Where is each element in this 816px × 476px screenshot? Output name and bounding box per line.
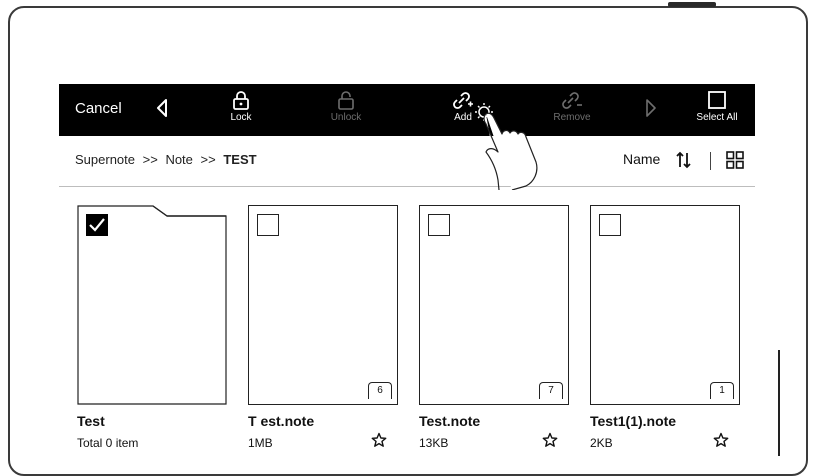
unlock-label: Unlock [330, 112, 362, 123]
item-name: Test [77, 413, 105, 429]
breadcrumb-note[interactable]: Note [165, 152, 192, 167]
hand-pointer-icon [468, 100, 558, 195]
checkbox-icon[interactable] [257, 214, 279, 236]
breadcrumb: Supernote >> Note >> TEST [75, 152, 257, 167]
unlock-button[interactable]: Unlock [316, 90, 376, 132]
item-name: T est.note [248, 413, 315, 429]
item-meta: Total 0 item [77, 436, 139, 450]
note-item[interactable]: 6 [248, 205, 398, 405]
select-all-icon [687, 90, 747, 110]
breadcrumb-separator: >> [142, 152, 158, 167]
breadcrumb-current: TEST [223, 152, 257, 167]
unlock-icon [316, 90, 376, 110]
star-icon[interactable] [713, 432, 729, 453]
item-meta: 1MB [248, 436, 273, 450]
sort-icon[interactable] [676, 150, 692, 175]
page-count-badge: 1 [710, 382, 734, 399]
item-name: Test.note [419, 413, 481, 429]
page-count-badge: 6 [368, 382, 392, 399]
back-arrow-icon[interactable] [156, 99, 168, 122]
selection-toolbar: Cancel Lock Unlock Add Remove Select All [59, 84, 755, 136]
forward-arrow-icon[interactable] [645, 99, 657, 122]
item-meta: 2KB [590, 436, 613, 450]
checkbox-icon[interactable] [86, 214, 108, 236]
breadcrumb-supernote[interactable]: Supernote [75, 152, 135, 167]
note-item[interactable]: 7 [419, 205, 569, 405]
breadcrumb-bar: Supernote >> Note >> TEST Name [59, 136, 755, 187]
star-icon[interactable] [542, 432, 558, 453]
power-button [668, 2, 716, 7]
lock-icon [211, 90, 271, 110]
star-icon[interactable] [371, 432, 387, 453]
cancel-button[interactable]: Cancel [75, 100, 122, 117]
grid-view-icon[interactable] [726, 151, 744, 174]
divider [710, 152, 711, 170]
checkbox-icon[interactable] [599, 214, 621, 236]
item-meta: 13KB [419, 436, 449, 450]
page-count-badge: 7 [539, 382, 563, 399]
breadcrumb-separator: >> [200, 152, 216, 167]
lock-button[interactable]: Lock [211, 90, 271, 132]
sort-by-name-button[interactable]: Name [623, 151, 660, 167]
item-name: Test1(1).note [590, 413, 677, 429]
checkbox-icon[interactable] [428, 214, 450, 236]
note-item[interactable]: 1 [590, 205, 740, 405]
select-all-label: Select All [696, 112, 738, 123]
lock-label: Lock [230, 112, 252, 123]
select-all-button[interactable]: Select All [687, 90, 747, 132]
scrollbar[interactable] [778, 350, 780, 456]
folder-item-test[interactable] [77, 205, 227, 405]
